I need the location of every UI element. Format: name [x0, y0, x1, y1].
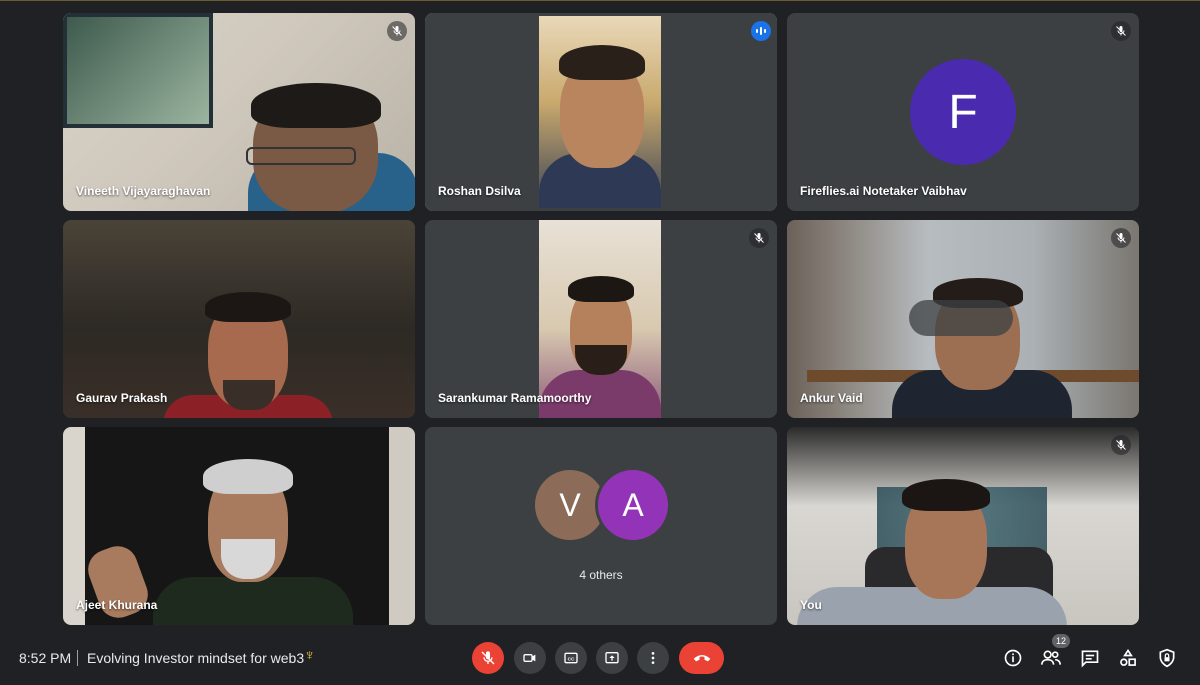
people-icon	[1041, 650, 1061, 665]
title-emoji: ♆	[304, 647, 316, 664]
avatar-letter: A	[622, 486, 644, 523]
mic-off-icon	[1111, 435, 1131, 455]
participant-tile-gaurav[interactable]: Gaurav Prakash	[63, 220, 415, 418]
video-feed	[63, 427, 415, 625]
camera-icon	[523, 654, 536, 662]
participant-name: Ajeet Khurana	[76, 598, 158, 612]
camera-toggle-button[interactable]	[514, 642, 546, 674]
others-count: 4 others	[579, 568, 623, 582]
participant-name: Roshan Dsilva	[438, 184, 521, 198]
video-feed	[63, 220, 415, 418]
participant-avatar: F	[910, 59, 1016, 165]
mic-toggle-button[interactable]	[472, 642, 504, 674]
participant-tile-ajeet[interactable]: Ajeet Khurana	[63, 427, 415, 625]
video-feed	[63, 13, 415, 211]
more-options-icon	[651, 652, 655, 664]
participant-tile-ankur[interactable]: Ankur Vaid	[787, 220, 1139, 418]
participant-name: Ankur Vaid	[800, 391, 863, 405]
avatar-letter: V	[559, 486, 581, 523]
separator	[77, 650, 78, 666]
participant-grid: Vineeth Vijayaraghavan Roshan Dsilva F F…	[63, 13, 1139, 626]
avatar-letter: F	[948, 85, 978, 139]
participant-tile-roshan[interactable]: Roshan Dsilva	[425, 13, 777, 211]
activities-icon	[1120, 648, 1136, 666]
end-call-button[interactable]	[679, 642, 724, 674]
video-feed	[787, 427, 1139, 625]
people-count-badge: 12	[1052, 634, 1070, 648]
participant-name: Sarankumar Ramamoorthy	[438, 391, 592, 405]
participant-avatar-a: A	[598, 470, 668, 540]
participant-name: You	[800, 598, 822, 612]
top-border	[0, 0, 1200, 1]
captions-icon: CC	[564, 652, 578, 664]
clock: 8:52 PM	[19, 650, 72, 666]
meeting-title: Evolving Investor mindset for web3	[87, 650, 305, 666]
participant-name: Vineeth Vijayaraghavan	[76, 184, 211, 198]
meeting-info-button[interactable]	[1001, 646, 1025, 670]
present-button[interactable]	[596, 642, 628, 674]
activities-button[interactable]	[1116, 646, 1140, 670]
mic-off-icon	[1111, 228, 1131, 248]
captions-button[interactable]: CC	[555, 642, 587, 674]
people-button[interactable]	[1039, 646, 1063, 670]
mic-off-icon	[481, 651, 495, 665]
info-icon	[1004, 649, 1022, 667]
svg-text:CC: CC	[568, 656, 575, 661]
chat-icon	[1081, 650, 1099, 668]
participant-tile-you[interactable]: You	[787, 427, 1139, 625]
participant-name: Gaurav Prakash	[76, 391, 168, 405]
mic-off-icon	[749, 228, 769, 248]
present-icon	[605, 652, 619, 664]
video-feed	[787, 220, 1139, 418]
control-bar: 8:52 PM Evolving Investor mindset for we…	[0, 630, 1200, 685]
more-options-button[interactable]	[637, 642, 669, 674]
participant-tile-vineeth[interactable]: Vineeth Vijayaraghavan	[63, 13, 415, 211]
participant-name: Fireflies.ai Notetaker Vaibhav	[800, 184, 967, 198]
mic-off-icon	[387, 21, 407, 41]
end-call-icon	[693, 655, 710, 662]
participant-tile-others[interactable]: V A 4 others	[425, 427, 777, 625]
speaking-icon	[751, 21, 771, 41]
participant-avatar-v: V	[535, 470, 605, 540]
host-controls-icon	[1159, 648, 1175, 668]
video-feed	[425, 13, 777, 211]
participant-tile-sarankumar[interactable]: Sarankumar Ramamoorthy	[425, 220, 777, 418]
host-controls-button[interactable]	[1155, 646, 1179, 670]
video-feed	[425, 220, 777, 418]
participant-tile-fireflies[interactable]: F Fireflies.ai Notetaker Vaibhav	[787, 13, 1139, 211]
mic-off-icon	[1111, 21, 1131, 41]
chat-button[interactable]	[1078, 646, 1102, 670]
